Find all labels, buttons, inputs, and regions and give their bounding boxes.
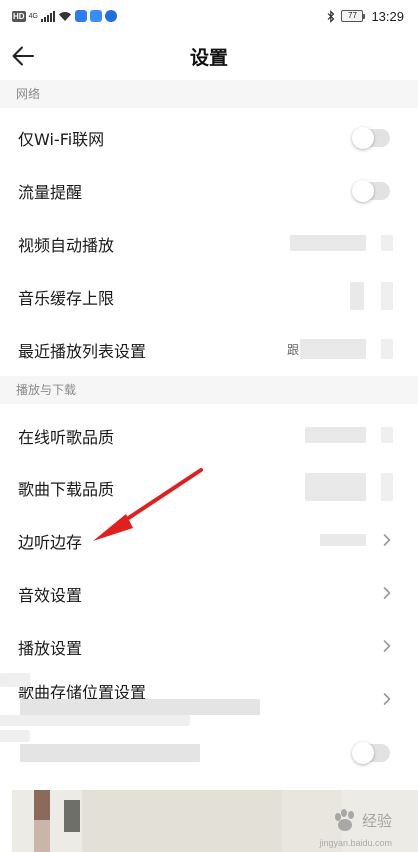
setting-online-quality[interactable]: 在线听歌品质: [0, 409, 418, 462]
blurred-value: [305, 473, 366, 501]
signal-icon: [40, 10, 55, 22]
app-header: 设置: [0, 32, 418, 80]
blurred-chevron: [381, 427, 393, 443]
obscured-toggle[interactable]: [352, 741, 390, 764]
chevron-right-icon: [383, 693, 391, 705]
blurred-region: [20, 699, 260, 715]
setting-listen-and-save[interactable]: 边听边存: [0, 514, 418, 567]
chevron-right-icon: [383, 587, 391, 599]
setting-wifi-only[interactable]: 仅Wi-Fi联网: [0, 111, 418, 164]
status-left-icons: HD 4G: [12, 10, 117, 22]
section-header-network: 网络: [0, 80, 418, 108]
watermark-url: jingyan.baidu.com: [319, 838, 392, 848]
blurred-label: [20, 744, 200, 762]
page-title: 设置: [189, 47, 228, 69]
blurred-track-info: [82, 790, 282, 852]
wifi-only-toggle[interactable]: [352, 126, 390, 149]
hd-badge: HD: [12, 10, 26, 22]
blurred-region: [0, 673, 30, 687]
paw-icon: [334, 809, 354, 831]
setting-music-cache-limit[interactable]: 音乐缓存上限: [0, 270, 418, 323]
album-art-pixel: [34, 790, 50, 820]
bluetooth-icon: [328, 9, 335, 23]
setting-label: 边听边存: [18, 532, 83, 552]
cloud-notification-icon: [89, 10, 102, 22]
setting-data-reminder[interactable]: 流量提醒: [0, 164, 418, 217]
blurred-value: [290, 235, 366, 251]
setting-sound-effects[interactable]: 音效设置: [0, 567, 418, 620]
setting-label: 流量提醒: [18, 182, 83, 202]
app-notification-icon: [74, 10, 87, 22]
blurred-value: [320, 534, 366, 546]
wifi-icon: [58, 11, 71, 21]
setting-label: 在线听歌品质: [18, 427, 115, 447]
chevron-right-icon: [383, 534, 391, 546]
status-right: 77 13:29: [327, 9, 404, 24]
section-header-playback-download: 播放与下载: [0, 376, 418, 404]
data-reminder-toggle[interactable]: [352, 179, 390, 202]
blurred-value: [300, 339, 366, 359]
shield-notification-icon: [104, 10, 117, 22]
blurred-chevron: [381, 235, 393, 251]
battery-level: 77: [341, 10, 364, 22]
setting-label: 视频自动播放: [18, 235, 115, 255]
blurred-chevron: [381, 473, 393, 501]
watermark-text: 经验: [361, 811, 392, 830]
value-prefix: 跟: [287, 343, 300, 357]
battery-icon: 77: [341, 10, 366, 22]
blurred-value: [350, 282, 364, 310]
album-art-pixel: [34, 820, 50, 852]
setting-label: 音乐缓存上限: [18, 288, 115, 308]
setting-video-autoplay[interactable]: 视频自动播放: [0, 217, 418, 270]
blurred-region: [0, 730, 30, 742]
setting-obscured-toggle[interactable]: [0, 726, 418, 779]
setting-storage-location[interactable]: 歌曲存储位置设置: [0, 673, 418, 726]
setting-label: 仅Wi-Fi联网: [18, 129, 105, 149]
album-art-pixel: [64, 800, 80, 832]
blurred-chevron: [381, 339, 393, 359]
blurred-chevron: [381, 282, 393, 310]
clock: 13:29: [371, 8, 404, 24]
blurred-region: [0, 715, 190, 726]
status-bar: HD 4G 77 13:29: [0, 0, 418, 32]
setting-download-quality[interactable]: 歌曲下载品质: [0, 461, 418, 514]
chevron-right-icon: [383, 640, 391, 652]
setting-label: 最近播放列表设置: [18, 341, 147, 361]
setting-label: 音效设置: [18, 585, 83, 605]
blurred-value: [305, 427, 366, 443]
setting-recent-playlist[interactable]: 最近播放列表设置 跟: [0, 323, 418, 376]
setting-label: 播放设置: [18, 638, 83, 658]
setting-playback[interactable]: 播放设置: [0, 620, 418, 673]
baidu-watermark: 经验: [332, 808, 392, 832]
network-type-label: 4G: [28, 12, 38, 20]
setting-label: 歌曲下载品质: [18, 479, 115, 499]
